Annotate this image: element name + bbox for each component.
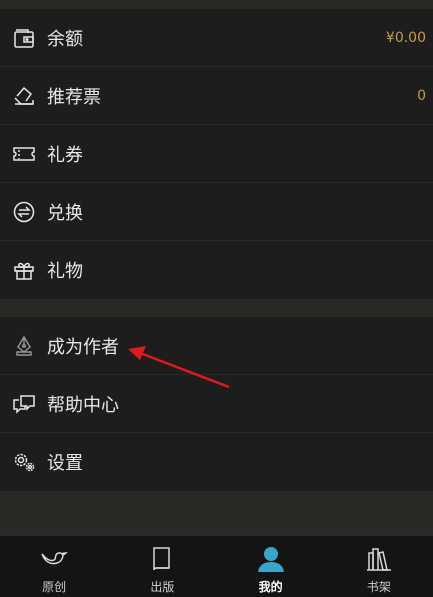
group-separator xyxy=(0,299,433,317)
recommend-ticket-count: 0 xyxy=(417,87,426,104)
tab-label: 我的 xyxy=(258,580,283,594)
coupon-icon xyxy=(12,142,36,166)
wallet-icon xyxy=(12,26,36,50)
gift-icon xyxy=(12,258,36,282)
menu-item-label: 余额 xyxy=(47,28,83,50)
menu-item-become-author[interactable]: 成为作者 xyxy=(0,317,433,375)
tab-mine[interactable]: 我的 xyxy=(217,536,325,597)
bottom-tab-bar: 原创 出版 我的 书架 xyxy=(0,535,433,597)
exchange-icon xyxy=(12,200,36,224)
menu-group-misc: 成为作者 帮助中心 设置 xyxy=(0,317,433,491)
balance-value: ¥0.00 xyxy=(385,29,426,46)
menu-item-label: 推荐票 xyxy=(47,86,101,108)
menu-item-label: 礼物 xyxy=(47,261,83,282)
menu-item-settings[interactable]: 设置 xyxy=(0,433,433,491)
help-chat-icon xyxy=(12,392,36,416)
pen-nib-icon xyxy=(12,334,36,358)
bird-icon xyxy=(39,544,69,574)
settings-gears-icon xyxy=(12,450,36,474)
menu-item-recommend-ticket[interactable]: 推荐票 0 xyxy=(0,67,433,125)
tab-publish[interactable]: 出版 xyxy=(108,536,216,597)
top-spacer xyxy=(0,0,433,9)
menu-item-label: 帮助中心 xyxy=(47,394,119,416)
menu-item-gift[interactable]: 礼物 xyxy=(0,241,433,299)
menu-item-label: 设置 xyxy=(47,453,83,474)
menu-item-help-center[interactable]: 帮助中心 xyxy=(0,375,433,433)
user-icon xyxy=(256,544,286,574)
book-icon xyxy=(147,544,177,574)
menu-item-label: 成为作者 xyxy=(47,336,119,358)
menu-group-account: 余额 ¥0.00 推荐票 0 礼券 兑换 礼物 xyxy=(0,9,433,299)
bottom-spacer xyxy=(0,491,433,537)
menu-item-label: 礼券 xyxy=(47,144,83,166)
tab-label: 书架 xyxy=(366,580,391,594)
tab-original[interactable]: 原创 xyxy=(0,536,108,597)
tab-bookshelf[interactable]: 书架 xyxy=(325,536,433,597)
menu-item-balance[interactable]: 余额 ¥0.00 xyxy=(0,9,433,67)
ticket-icon xyxy=(12,84,36,108)
bookshelf-icon xyxy=(364,544,394,574)
menu-item-coupon[interactable]: 礼券 xyxy=(0,125,433,183)
menu-item-exchange[interactable]: 兑换 xyxy=(0,183,433,241)
tab-label: 出版 xyxy=(150,580,175,594)
tab-label: 原创 xyxy=(42,580,67,594)
menu-item-label: 兑换 xyxy=(47,202,83,224)
